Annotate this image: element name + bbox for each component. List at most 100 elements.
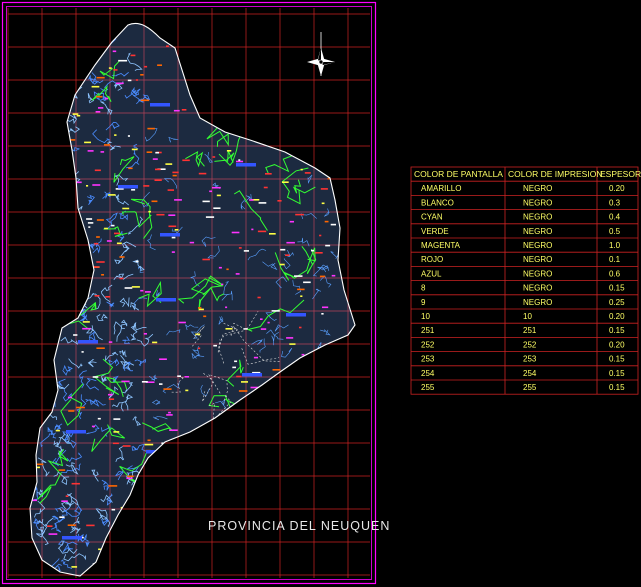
map-label-mark [326, 472, 331, 475]
map-label-mark [198, 308, 204, 311]
map-label-mark [335, 160, 340, 163]
map-label-mark [302, 93, 309, 96]
map-label-mark [259, 479, 263, 481]
map-label-mark [218, 266, 222, 269]
map-label-mark [319, 234, 322, 237]
map-label-mark [313, 68, 318, 70]
map-label-mark [301, 378, 309, 381]
map-label-mark [128, 523, 133, 526]
road-line [274, 544, 305, 559]
map-label-mark [173, 109, 180, 112]
map-label-mark [249, 423, 253, 425]
map-label-mark [267, 321, 270, 324]
map-label-mark [77, 77, 81, 79]
map-label-mark [263, 469, 268, 471]
map-label-mark [330, 223, 336, 226]
map-label-mark [35, 214, 38, 216]
map-label-mark [281, 104, 288, 107]
map-label-mark [235, 107, 240, 109]
map-label-mark [131, 189, 136, 191]
map-label-mark [178, 321, 186, 324]
map-label-mark [304, 172, 311, 174]
map-label-mark [216, 76, 224, 79]
map-label-mark [249, 199, 254, 201]
map-label-mark [115, 82, 124, 85]
legend-table-cell: CYAN [421, 213, 443, 222]
map-label-mark [303, 281, 311, 284]
map-label-mark [241, 401, 247, 404]
map-label-mark [236, 375, 242, 378]
map-label-mark [238, 462, 244, 464]
map-label-mark [82, 321, 90, 323]
map-label-mark [181, 109, 187, 111]
map-label-mark [152, 341, 158, 344]
map-label-mark [171, 236, 176, 239]
legend-table-cell: 254 [421, 369, 435, 378]
map-label-mark [265, 173, 272, 175]
legend-table-cell: 0.15 [609, 326, 625, 335]
map-label-mark [95, 111, 101, 113]
river-line [78, 285, 90, 293]
map-label-mark [81, 351, 84, 353]
map-label-mark [234, 360, 238, 363]
map-label-mark [138, 569, 142, 571]
place-name-label [242, 373, 262, 377]
river-line [42, 168, 52, 179]
map-label-mark [273, 547, 280, 550]
road-line [238, 497, 256, 509]
map-label-mark [277, 64, 285, 66]
river-line [50, 283, 65, 293]
map-label-mark [165, 163, 173, 165]
river-line [34, 415, 42, 425]
map-label-mark [104, 144, 111, 146]
map-label-mark [48, 533, 58, 535]
map-label-mark [281, 142, 288, 145]
map-label-mark [106, 546, 112, 548]
map-label-mark [212, 156, 216, 158]
map-label-mark [91, 425, 96, 428]
river-line [50, 249, 60, 257]
river-line [38, 392, 48, 399]
road-line [225, 542, 258, 567]
legend-table-cell: 0.15 [609, 383, 625, 392]
map-label-mark [96, 219, 104, 221]
map-label-mark [277, 200, 282, 202]
map-label-mark [236, 548, 246, 550]
legend-table-cell: NEGRO [523, 184, 552, 193]
map-label-mark [304, 147, 312, 150]
map-label-mark [321, 313, 324, 315]
map-label-mark [333, 51, 343, 54]
map-label-mark [36, 198, 39, 200]
map-label-mark [172, 174, 177, 177]
map-label-mark [34, 95, 40, 98]
map-label-mark [122, 445, 131, 447]
map-label-mark [96, 236, 100, 238]
map-label-mark [195, 451, 200, 454]
river-line [101, 553, 116, 565]
map-label-mark [342, 263, 347, 265]
map-label-mark [116, 242, 122, 245]
map-label-mark [342, 445, 351, 447]
river-line [65, 34, 73, 49]
map-label-mark [104, 227, 108, 230]
map-label-mark [299, 326, 302, 329]
map-label-mark [197, 69, 205, 71]
map-label-mark [39, 130, 46, 132]
map-label-mark [232, 366, 236, 369]
river-line [86, 34, 95, 52]
river-line [30, 429, 33, 438]
map-label-mark [189, 241, 195, 244]
legend-table-cell: 254 [523, 369, 537, 378]
map-label-mark [194, 437, 201, 440]
map-label-mark [111, 508, 116, 511]
river-line [119, 507, 128, 527]
map-label-mark [171, 251, 175, 253]
river-line [70, 280, 83, 295]
river-line [67, 63, 80, 78]
map-label-mark [148, 457, 157, 460]
river-line [47, 153, 56, 177]
map-label-mark [36, 463, 44, 466]
legend-table-cell: 8 [421, 284, 426, 293]
map-label-mark [283, 503, 292, 506]
map-label-mark [251, 228, 254, 231]
